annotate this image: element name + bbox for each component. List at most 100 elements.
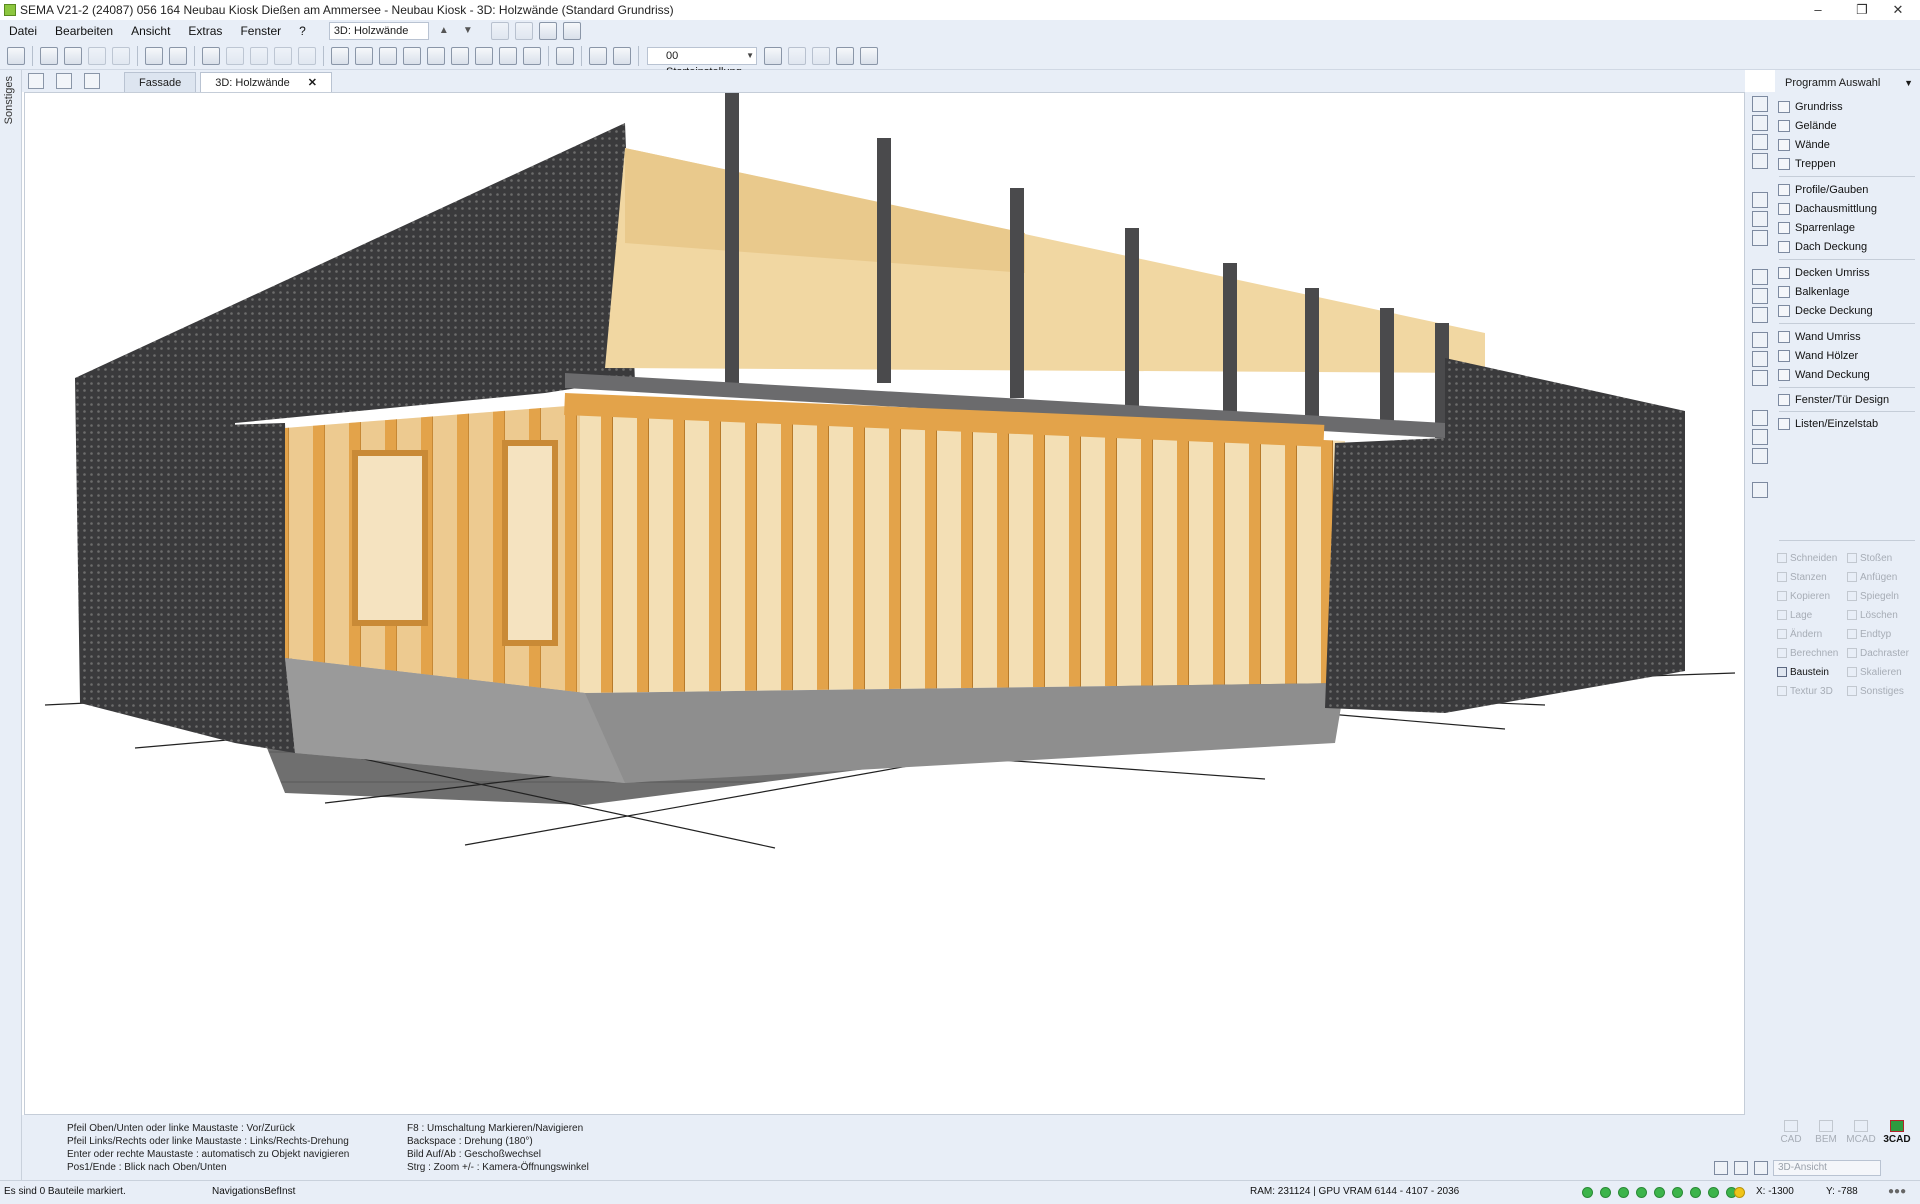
waende-icon[interactable] <box>1752 134 1768 150</box>
cut-icon[interactable] <box>64 46 82 65</box>
tool-endtyp[interactable]: Endtyp <box>1847 626 1891 642</box>
zoom-icon[interactable] <box>202 46 220 65</box>
measure-icon[interactable] <box>331 46 349 65</box>
program-dach-deckung[interactable]: Dach Deckung <box>1778 238 1916 256</box>
navigate-icon[interactable] <box>1714 1161 1728 1175</box>
menu-bearbeiten[interactable]: Bearbeiten <box>46 24 122 38</box>
filter-icon[interactable] <box>379 46 397 65</box>
menu-ansicht[interactable]: Ansicht <box>122 24 179 38</box>
settings-icon[interactable] <box>475 46 493 65</box>
decken-icon[interactable] <box>1752 269 1768 285</box>
rotate-icon[interactable] <box>298 46 316 65</box>
program-profile-gauben[interactable]: Profile/Gauben <box>1778 181 1916 199</box>
undo-icon[interactable] <box>88 46 106 65</box>
more-icon[interactable]: ●●● <box>1888 1186 1906 1197</box>
minimize-button[interactable]: – <box>1796 0 1840 20</box>
program-sparrenlage[interactable]: Sparrenlage <box>1778 219 1916 237</box>
mode-cad[interactable]: CAD <box>1776 1120 1806 1145</box>
menu-fenster[interactable]: Fenster <box>231 24 290 38</box>
tab-3d-holzwaende[interactable]: 3D: Holzwände ✕ <box>200 72 333 92</box>
program-waende[interactable]: Wände <box>1778 136 1916 154</box>
program-wand-hoelzer[interactable]: Wand Hölzer <box>1778 347 1916 365</box>
mode-bem[interactable]: BEM <box>1811 1120 1841 1145</box>
view-select[interactable]: 3D: Holzwände <box>328 22 429 40</box>
program-gelaende[interactable]: Gelände <box>1778 117 1916 135</box>
balkenlage-icon[interactable] <box>1752 288 1768 304</box>
globe-icon[interactable] <box>1752 448 1768 464</box>
program-wand-umriss[interactable]: Wand Umriss <box>1778 328 1916 346</box>
view-tool-icon[interactable] <box>490 22 509 40</box>
monitor-icon[interactable] <box>1734 1161 1748 1175</box>
cut-icon[interactable] <box>40 46 58 65</box>
chevron-down-icon[interactable]: ▼ <box>459 22 477 40</box>
binoculars-icon[interactable] <box>860 46 878 65</box>
frame-icon[interactable] <box>403 46 421 65</box>
mode-3cad[interactable]: 3CAD <box>1882 1120 1912 1145</box>
pencil-icon[interactable] <box>427 46 445 65</box>
print-preview-icon[interactable] <box>169 46 187 65</box>
open-icon[interactable] <box>7 46 25 65</box>
tool-stossen[interactable]: Stoßen <box>1847 550 1892 566</box>
tool-spiegeln[interactable]: Spiegeln <box>1847 588 1899 604</box>
treppen-icon[interactable] <box>1752 153 1768 169</box>
tool-icon[interactable] <box>1752 482 1768 498</box>
tool-icon[interactable] <box>1752 410 1768 426</box>
menu-datei[interactable]: Datei <box>0 24 46 38</box>
tool-lage[interactable]: Lage <box>1777 607 1812 623</box>
tool-sonstiges[interactable]: Sonstiges <box>1847 683 1904 699</box>
tool-baustein[interactable]: Baustein <box>1777 664 1829 680</box>
settings-icon[interactable] <box>451 46 469 65</box>
view-tool-icon[interactable] <box>514 22 533 40</box>
tool-aendern[interactable]: Ändern <box>1777 626 1822 642</box>
dachausmittlung-icon[interactable] <box>1752 211 1768 227</box>
camera-select[interactable]: 00 Starteinstellung▼ <box>647 46 757 78</box>
redo-icon[interactable] <box>112 46 130 65</box>
select-icon[interactable] <box>355 46 373 65</box>
wand-deckung-icon[interactable] <box>1752 370 1768 386</box>
tab-fassade[interactable]: Fassade <box>124 72 197 92</box>
grundriss-icon[interactable] <box>1752 96 1768 112</box>
layout-icon[interactable] <box>562 22 581 40</box>
program-grundriss[interactable]: Grundriss <box>1778 98 1916 116</box>
gear-icon[interactable] <box>812 46 830 65</box>
window-layout-icon[interactable] <box>613 46 631 65</box>
close-window-button[interactable]: ✕ <box>1876 0 1920 20</box>
tool-icon[interactable] <box>1752 429 1768 445</box>
deckung-icon[interactable] <box>1752 307 1768 323</box>
menu-extras[interactable]: Extras <box>179 24 231 38</box>
grid-icon[interactable] <box>589 46 607 65</box>
tool-loeschen[interactable]: Löschen <box>1847 607 1898 623</box>
tool-anfuegen[interactable]: Anfügen <box>1847 569 1897 585</box>
view-icon[interactable] <box>1754 1161 1768 1175</box>
zoom-icon[interactable] <box>250 46 268 65</box>
info-icon[interactable] <box>836 46 854 65</box>
arrow-up-icon[interactable]: ▲ <box>435 22 453 40</box>
palette-icon[interactable] <box>556 46 574 65</box>
program-fenster-tuer-design[interactable]: Fenster/Tür Design <box>1778 391 1916 409</box>
3d-building-model[interactable] <box>25 93 1745 1115</box>
program-dachausmittlung[interactable]: Dachausmittlung <box>1778 200 1916 218</box>
program-listen-einzelstab[interactable]: Listen/Einzelstab <box>1778 415 1916 433</box>
program-decken-umriss[interactable]: Decken Umriss <box>1778 264 1916 282</box>
tool-kopieren[interactable]: Kopieren <box>1777 588 1830 604</box>
tool-dachraster[interactable]: Dachraster <box>1847 645 1909 661</box>
tool-berechnen[interactable]: Berechnen <box>1777 645 1838 661</box>
lamp-icon[interactable] <box>226 46 244 65</box>
sonstiges-tab[interactable]: Sonstiges <box>3 76 15 124</box>
tool-skalieren[interactable]: Skalieren <box>1847 664 1902 680</box>
wand-hoelzer-icon[interactable] <box>1752 351 1768 367</box>
layers-icon[interactable] <box>523 46 541 65</box>
layers-icon[interactable] <box>499 46 517 65</box>
close-icon[interactable]: ✕ <box>308 77 317 89</box>
sparrenlage-icon[interactable] <box>1752 230 1768 246</box>
tool-textur-3d[interactable]: Textur 3D <box>1777 683 1833 699</box>
wand-umriss-icon[interactable] <box>1752 332 1768 348</box>
tool-schneiden[interactable]: Schneiden <box>1777 550 1837 566</box>
camera-icon[interactable] <box>764 46 782 65</box>
program-decke-deckung[interactable]: Decke Deckung <box>1778 302 1916 320</box>
profile-icon[interactable] <box>1752 192 1768 208</box>
3d-viewport[interactable] <box>24 92 1745 1115</box>
print-icon[interactable] <box>145 46 163 65</box>
eye-icon[interactable] <box>1734 1187 1745 1198</box>
program-balkenlage[interactable]: Balkenlage <box>1778 283 1916 301</box>
